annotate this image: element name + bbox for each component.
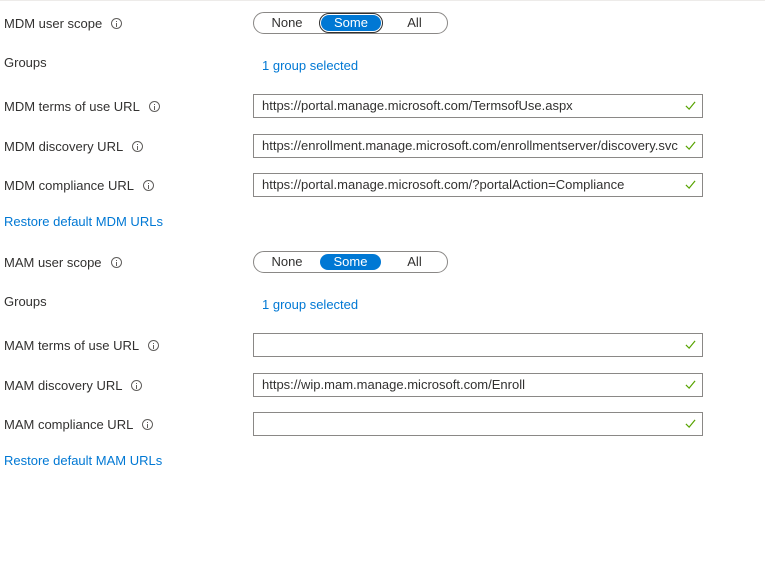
checkmark-icon bbox=[685, 101, 696, 111]
mam-discovery-label-group: MAM discovery URL bbox=[4, 373, 143, 397]
mdm-terms-label-group: MDM terms of use URL bbox=[4, 94, 160, 118]
info-icon[interactable] bbox=[143, 179, 155, 191]
mam-terms-url-value[interactable] bbox=[262, 334, 680, 356]
info-icon[interactable] bbox=[148, 100, 160, 112]
checkmark-icon bbox=[685, 340, 696, 350]
checkmark-icon bbox=[685, 380, 696, 390]
mdm-discovery-url-value[interactable]: https://enrollment.manage.microsoft.com/… bbox=[262, 135, 680, 157]
mam-user-scope-label-group: MAM user scope bbox=[4, 250, 122, 274]
checkmark-icon bbox=[685, 180, 696, 190]
mdm-groups-link[interactable]: 1 group selected bbox=[262, 58, 358, 73]
mdm-user-scope-label: MDM user scope bbox=[4, 15, 103, 31]
mdm-groups-label: Groups bbox=[4, 54, 47, 70]
mam-groups-link[interactable]: 1 group selected bbox=[262, 297, 358, 312]
checkmark-icon bbox=[685, 141, 696, 151]
info-icon[interactable] bbox=[111, 17, 123, 29]
info-icon[interactable] bbox=[131, 379, 143, 391]
mdm-discovery-url-field[interactable]: https://enrollment.manage.microsoft.com/… bbox=[253, 134, 703, 158]
mam-scope-some-option[interactable]: Some bbox=[320, 254, 381, 270]
checkmark-icon bbox=[685, 419, 696, 429]
mdm-scope-all-option[interactable]: All bbox=[387, 15, 442, 31]
mam-terms-label: MAM terms of use URL bbox=[4, 337, 140, 353]
restore-default-mam-urls-link[interactable]: Restore default MAM URLs bbox=[4, 453, 162, 468]
mam-user-scope-toggle: None Some All bbox=[253, 251, 448, 273]
info-icon[interactable] bbox=[148, 339, 160, 351]
mdm-terms-url-field[interactable]: https://portal.manage.microsoft.com/Term… bbox=[253, 94, 703, 118]
mam-terms-label-group: MAM terms of use URL bbox=[4, 333, 160, 357]
mdm-user-scope-label-group: MDM user scope bbox=[4, 11, 123, 35]
mdm-scope-none-option[interactable]: None bbox=[260, 15, 314, 31]
mdm-compliance-label-group: MDM compliance URL bbox=[4, 173, 155, 197]
mam-terms-url-field[interactable] bbox=[253, 333, 703, 357]
mam-compliance-label-group: MAM compliance URL bbox=[4, 412, 154, 436]
mam-discovery-url-field[interactable]: https://wip.mam.manage.microsoft.com/Enr… bbox=[253, 373, 703, 397]
mdm-compliance-url-field[interactable]: https://portal.manage.microsoft.com/?por… bbox=[253, 173, 703, 197]
mam-discovery-url-value[interactable]: https://wip.mam.manage.microsoft.com/Enr… bbox=[262, 374, 680, 396]
info-icon[interactable] bbox=[142, 418, 154, 430]
restore-default-mdm-urls-link[interactable]: Restore default MDM URLs bbox=[4, 214, 163, 229]
mdm-discovery-label: MDM discovery URL bbox=[4, 138, 124, 154]
mdm-scope-some-option[interactable]: Some bbox=[319, 13, 383, 33]
mam-scope-none-option[interactable]: None bbox=[260, 254, 314, 270]
mdm-terms-label: MDM terms of use URL bbox=[4, 98, 140, 114]
info-icon[interactable] bbox=[132, 140, 144, 152]
mdm-user-scope-toggle: None Some All bbox=[253, 12, 448, 34]
info-icon[interactable] bbox=[110, 256, 122, 268]
mam-compliance-url-value[interactable] bbox=[262, 413, 680, 435]
mam-compliance-url-field[interactable] bbox=[253, 412, 703, 436]
mam-groups-label: Groups bbox=[4, 293, 47, 309]
mdm-discovery-label-group: MDM discovery URL bbox=[4, 134, 144, 158]
mam-user-scope-label: MAM user scope bbox=[4, 254, 102, 270]
mdm-compliance-label: MDM compliance URL bbox=[4, 177, 135, 193]
top-divider bbox=[0, 0, 765, 1]
mam-compliance-label: MAM compliance URL bbox=[4, 416, 134, 432]
mdm-compliance-url-value[interactable]: https://portal.manage.microsoft.com/?por… bbox=[262, 174, 680, 196]
mdm-terms-url-value[interactable]: https://portal.manage.microsoft.com/Term… bbox=[262, 95, 680, 117]
mam-discovery-label: MAM discovery URL bbox=[4, 377, 123, 393]
mam-scope-all-option[interactable]: All bbox=[387, 254, 442, 270]
